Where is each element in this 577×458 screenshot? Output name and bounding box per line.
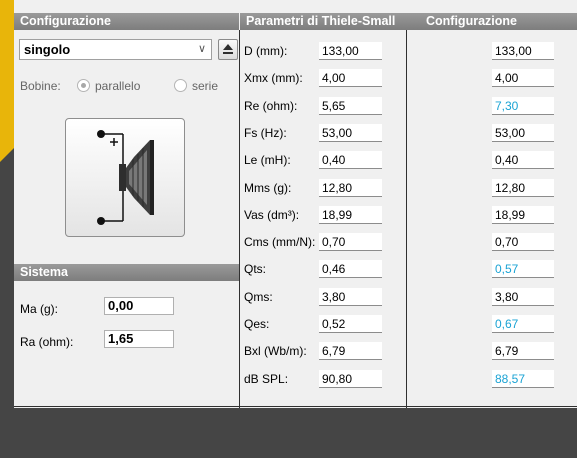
config-value: 0,70 (492, 233, 554, 252)
config-value: 18,99 (492, 205, 554, 224)
upload-button[interactable] (218, 39, 238, 60)
ra-label: Ra (ohm): (20, 335, 74, 349)
param-label: Qts: (244, 262, 267, 277)
config-value: 7,30 (492, 96, 554, 115)
param-label: Re (ohm): (244, 98, 298, 113)
config-value: 53,00 (492, 123, 554, 142)
chevron-down-icon[interactable]: ∨ (198, 40, 206, 59)
param-value-input[interactable]: 3,80 (319, 287, 382, 306)
param-value-input[interactable]: 0,46 (319, 260, 382, 279)
speaker-config-button[interactable] (65, 118, 185, 237)
config-value: 88,57 (492, 369, 554, 388)
param-label: Le (mH): (244, 153, 291, 168)
param-label: Bxl (Wb/m): (244, 344, 307, 359)
config-value: 0,67 (492, 315, 554, 333)
param-value-input[interactable]: 133,00 (319, 42, 382, 60)
config-value: 0,57 (492, 260, 554, 279)
config-value: 133,00 (492, 42, 554, 60)
param-label: Mms (g): (244, 180, 292, 195)
config-value: 0,40 (492, 151, 554, 170)
radio-serie[interactable] (174, 79, 187, 92)
param-label: D (mm): (244, 44, 288, 58)
param-label: Cms (mm/N): (244, 235, 316, 250)
param-label: dB SPL: (244, 371, 289, 386)
param-label: Xmx (mm): (244, 71, 303, 86)
config-value: 6,79 (492, 342, 554, 361)
ra-input[interactable]: 1,65 (104, 330, 174, 348)
radio-parallelo-label[interactable]: parallelo (95, 79, 140, 93)
param-value-input[interactable]: 0,70 (319, 233, 382, 252)
param-label: Qms: (244, 289, 273, 304)
param-label: Fs (Hz): (244, 125, 287, 140)
config-value: 3,80 (492, 287, 554, 306)
main-panel: Configurazione Parametri di Thiele-Small… (14, 0, 577, 408)
accent-strip (0, 0, 14, 162)
upload-icon (223, 44, 233, 54)
coil-label: Bobine: (20, 79, 61, 93)
param-value-input[interactable]: 12,80 (319, 178, 382, 197)
config-header: Configurazione (14, 13, 239, 30)
divider-middle (406, 30, 407, 408)
divider-left (239, 30, 240, 408)
ma-input[interactable]: 0,00 (104, 297, 174, 315)
ma-label: Ma (g): (20, 302, 59, 316)
param-value-input[interactable]: 90,80 (319, 369, 382, 388)
param-label: Qes: (244, 317, 270, 331)
param-value-input[interactable]: 0,40 (319, 151, 382, 170)
param-value-input[interactable]: 53,00 (319, 123, 382, 142)
param-label: Vas (dm³): (244, 207, 300, 222)
radio-serie-label[interactable]: serie (192, 79, 218, 93)
preset-select-value: singolo (24, 42, 71, 57)
divider-bottom (14, 406, 577, 407)
speaker-icon (97, 130, 154, 225)
system-header: Sistema (14, 264, 239, 281)
param-value-input[interactable]: 5,65 (319, 96, 382, 115)
config-value: 12,80 (492, 178, 554, 197)
param-value-input[interactable]: 0,52 (319, 315, 382, 333)
preset-select[interactable]: singolo ∨ (19, 39, 212, 60)
param-value-input[interactable]: 4,00 (319, 69, 382, 88)
params-header: Parametri di Thiele-Small (240, 13, 416, 30)
param-value-input[interactable]: 18,99 (319, 205, 382, 224)
param-value-input[interactable]: 6,79 (319, 342, 382, 361)
radio-parallelo[interactable] (77, 79, 90, 92)
table-config-header: Configurazione (416, 13, 577, 30)
config-value: 4,00 (492, 69, 554, 88)
